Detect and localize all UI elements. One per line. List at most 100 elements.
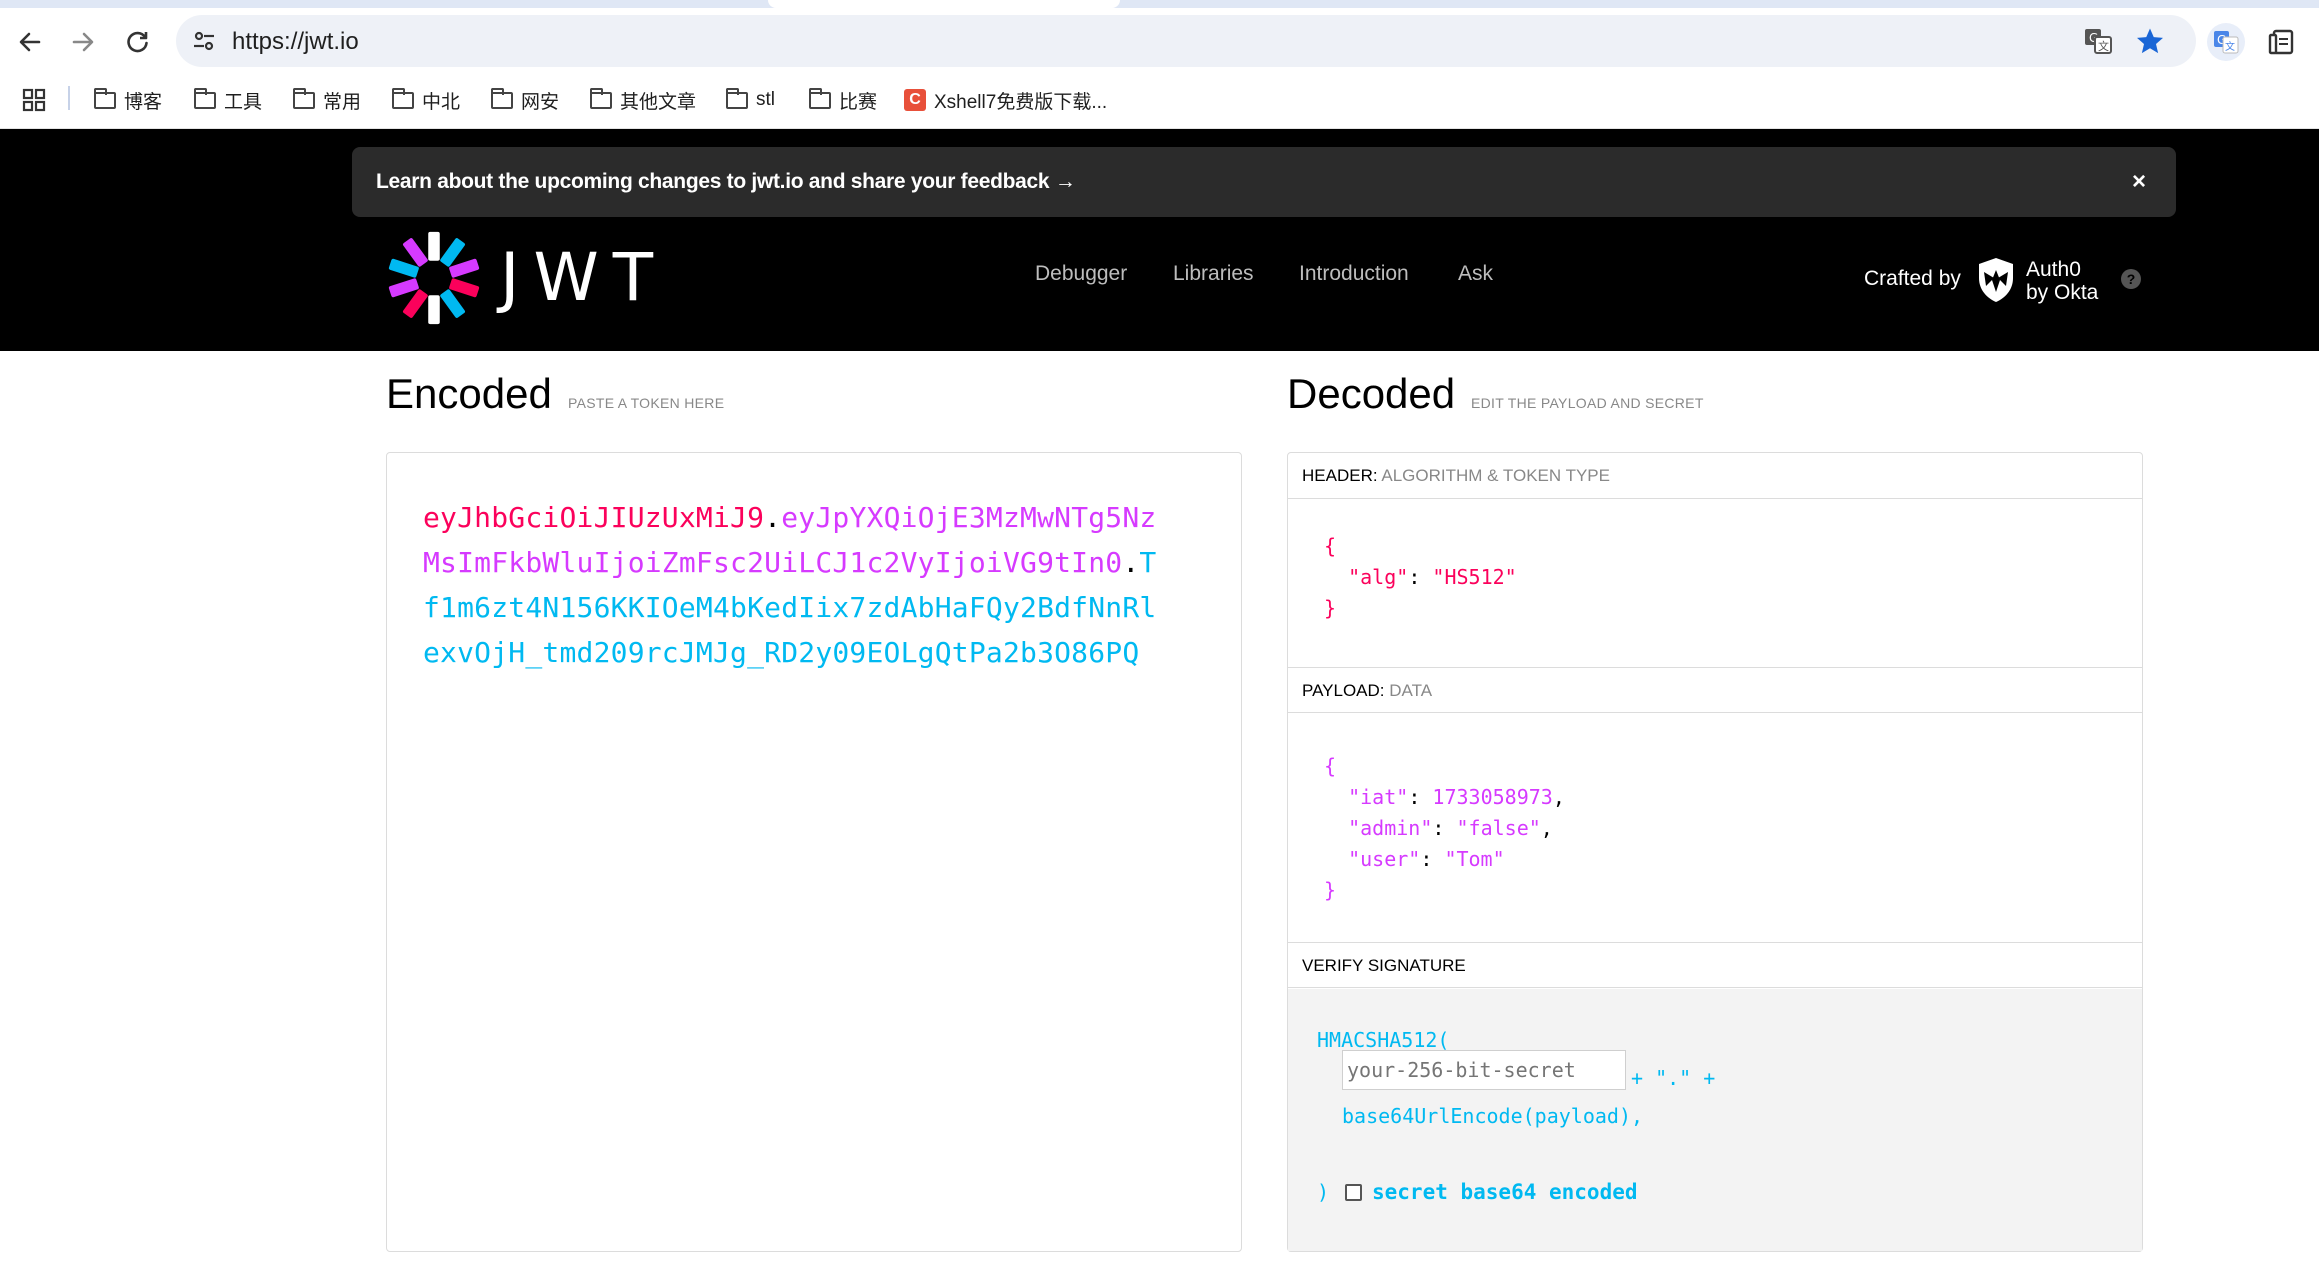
json-key: "user" xyxy=(1348,847,1421,871)
forward-icon[interactable] xyxy=(63,22,103,62)
json-value: "HS512" xyxy=(1432,565,1517,589)
bookmark-label: 博客 xyxy=(124,91,163,113)
logo-petal xyxy=(449,258,480,278)
feedback-banner[interactable]: Learn about the upcoming changes to jwt.… xyxy=(352,147,2176,217)
help-icon[interactable]: ? xyxy=(2121,269,2141,289)
logo-petal xyxy=(440,289,465,318)
nav-introduction[interactable]: Introduction xyxy=(1299,262,1409,286)
apps-grid-icon[interactable] xyxy=(22,84,46,116)
json-comma: , xyxy=(1552,785,1565,809)
bookmark-label: 网安 xyxy=(521,91,560,113)
auth0-brand[interactable]: Auth0 by Okta xyxy=(2026,258,2098,304)
folder-icon xyxy=(725,87,748,109)
encoded-token-editor[interactable]: eyJhbGciOiJIUzUxMiJ9.eyJpYXQiOjE3MzMwNTg… xyxy=(386,452,1242,1252)
header-label: HEADER: xyxy=(1302,466,1378,485)
secret-input[interactable] xyxy=(1342,1050,1626,1090)
arrow-right-icon: → xyxy=(1054,170,1076,193)
secret-base64-label[interactable]: secret base64 encoded xyxy=(1372,1180,1638,1204)
json-brace: { xyxy=(1324,534,1337,558)
browser-chrome: https://jwt.io G文 G文 博客 工具 常用 中北 网安 其他文章… xyxy=(0,0,2319,129)
close-icon[interactable]: × xyxy=(2132,168,2146,196)
bookmark-folder[interactable]: 其他文章 xyxy=(589,84,696,116)
bookmark-folder[interactable]: 工具 xyxy=(193,84,263,116)
crafted-by-label: Crafted by xyxy=(1864,267,1961,290)
auth0-shield-icon[interactable] xyxy=(1976,256,2016,304)
header-section-title: HEADER: ALGORITHM & TOKEN TYPE xyxy=(1288,453,2142,499)
nav-debugger[interactable]: Debugger xyxy=(1035,262,1127,286)
translate-icon[interactable]: G文 xyxy=(2082,25,2114,57)
back-icon[interactable] xyxy=(10,22,50,62)
json-brace: { xyxy=(1324,754,1337,778)
jwt-wordmark[interactable]: JWT xyxy=(500,239,667,316)
bookmarks-bar: 博客 工具 常用 中北 网安 其他文章 stl 比赛 C Xshell7免费版下… xyxy=(0,80,2319,120)
bookmark-label: 比赛 xyxy=(839,91,878,113)
decoded-subtitle: EDIT THE PAYLOAD AND SECRET xyxy=(1471,395,1704,411)
bookmark-label: 中北 xyxy=(422,91,461,113)
logo-petal xyxy=(428,231,440,261)
logo-petal xyxy=(440,238,465,267)
bookmark-folder[interactable]: 常用 xyxy=(292,84,362,116)
encoded-subtitle: PASTE A TOKEN HERE xyxy=(568,395,725,411)
tab-strip xyxy=(0,0,2319,8)
sig-fn-open: HMACSHA512( xyxy=(1317,1028,1450,1052)
address-bar[interactable]: https://jwt.io G文 xyxy=(176,15,2196,67)
payload-label: PAYLOAD: xyxy=(1302,681,1385,700)
auth0-name: Auth0 xyxy=(2026,258,2081,281)
jwt-logo-icon[interactable] xyxy=(386,230,482,326)
sig-fn-close: ) xyxy=(1317,1180,1330,1204)
bookmark-label: 工具 xyxy=(224,91,263,113)
active-tab[interactable] xyxy=(768,0,1120,8)
side-panel-icon[interactable] xyxy=(2260,20,2304,64)
json-colon: : xyxy=(1408,565,1433,589)
site-info-icon[interactable] xyxy=(188,25,220,57)
bookmark-label: stl xyxy=(756,89,775,110)
decoded-panel: HEADER: ALGORITHM & TOKEN TYPE { "alg": … xyxy=(1287,452,2143,1252)
bookmark-folder[interactable]: 博客 xyxy=(93,84,163,116)
json-brace: } xyxy=(1324,878,1337,902)
reload-icon[interactable] xyxy=(117,22,157,62)
url-text[interactable]: https://jwt.io xyxy=(232,28,359,56)
json-key: "alg" xyxy=(1348,565,1409,589)
json-value: "false" xyxy=(1456,816,1541,840)
folder-icon xyxy=(490,87,513,109)
secret-base64-checkbox[interactable] xyxy=(1345,1184,1362,1201)
json-brace: } xyxy=(1324,596,1337,620)
token-dot: . xyxy=(1122,546,1140,579)
encoded-token[interactable]: eyJhbGciOiJIUzUxMiJ9.eyJpYXQiOjE3MzMwNTg… xyxy=(423,495,1163,675)
bookmark-folder[interactable]: stl xyxy=(725,84,775,116)
folder-icon xyxy=(589,87,612,109)
folder-icon xyxy=(391,87,414,109)
svg-text:文: 文 xyxy=(2098,39,2109,53)
nav-libraries[interactable]: Libraries xyxy=(1173,262,1254,286)
header-json-editor[interactable]: { "alg": "HS512" } xyxy=(1324,531,1517,624)
logo-petal xyxy=(388,258,419,278)
json-value: "Tom" xyxy=(1444,847,1505,871)
json-key: "admin" xyxy=(1348,816,1433,840)
bookmark-link[interactable]: C Xshell7免费版下载... xyxy=(904,84,1107,116)
banner-link[interactable]: Learn about the upcoming changes to jwt.… xyxy=(376,170,1076,194)
bookmark-folder[interactable]: 网安 xyxy=(490,84,560,116)
nav-ask[interactable]: Ask xyxy=(1458,262,1493,286)
logo-petal xyxy=(428,295,440,325)
logo-petal xyxy=(449,278,480,298)
bookmark-folder[interactable]: 中北 xyxy=(391,84,461,116)
decoded-title: Decoded xyxy=(1287,370,1456,417)
extension-translate-icon[interactable]: G文 xyxy=(2204,20,2248,64)
verify-section-title: VERIFY SIGNATURE xyxy=(1288,942,2142,988)
logo-petal xyxy=(403,289,428,318)
payload-json-editor[interactable]: { "iat": 1733058973, "admin": "false", "… xyxy=(1324,751,1565,906)
payload-section-title: PAYLOAD: DATA xyxy=(1288,667,2142,713)
payload-desc: DATA xyxy=(1389,681,1433,700)
json-comma: , xyxy=(1540,816,1553,840)
encoded-title: Encoded xyxy=(386,370,552,417)
bookmark-star-icon[interactable] xyxy=(2134,25,2166,57)
folder-icon xyxy=(93,87,116,109)
token-dot: . xyxy=(764,501,782,534)
bookmark-label: 常用 xyxy=(323,91,362,113)
logo-petal xyxy=(388,278,419,298)
folder-icon xyxy=(292,87,315,109)
json-value: 1733058973 xyxy=(1432,785,1553,809)
token-header-part: eyJhbGciOiJIUzUxMiJ9 xyxy=(423,501,765,534)
bookmark-folder[interactable]: 比赛 xyxy=(808,84,878,116)
bookmarks-separator xyxy=(68,86,70,110)
